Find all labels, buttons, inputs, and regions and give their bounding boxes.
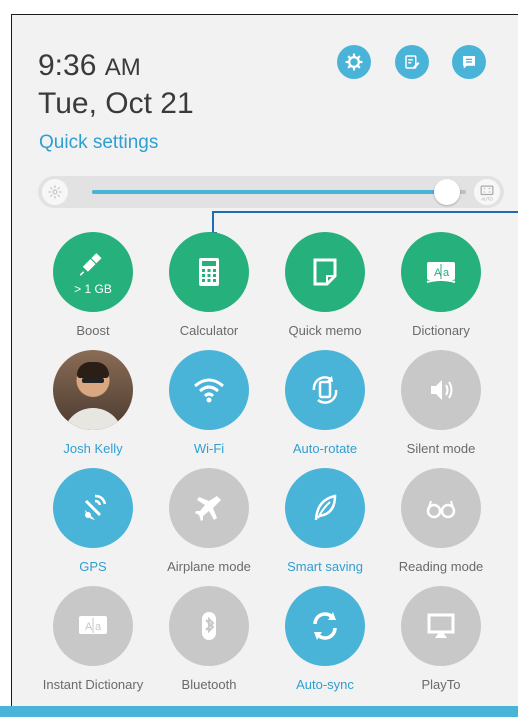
tile-label: Reading mode <box>398 559 484 574</box>
glasses-icon <box>426 500 456 519</box>
smart-saving-toggle[interactable] <box>285 468 365 548</box>
tile-reading-mode[interactable]: Reading mode <box>383 468 499 574</box>
brightness-track <box>92 190 466 194</box>
tile-auto-sync[interactable]: Auto-sync <box>267 586 383 692</box>
quick-settings-panel: 9:36 AM Tue, Oct 21 Quick settings AUTO … <box>11 14 518 717</box>
instant-dictionary-toggle[interactable]: Aa <box>53 586 133 666</box>
tile-calculator[interactable]: Calculator <box>151 232 267 338</box>
wi-fi-toggle[interactable] <box>169 350 249 430</box>
cast-icon <box>427 613 455 638</box>
bluetooth-icon <box>202 612 216 640</box>
svg-text:A: A <box>85 621 93 633</box>
tile-josh-kelly[interactable]: Josh Kelly <box>35 350 151 456</box>
brightness-thumb[interactable] <box>434 179 461 205</box>
gps-toggle[interactable] <box>53 468 133 548</box>
tile-label: Wi-Fi <box>193 441 225 456</box>
dictionary-toggle[interactable]: Aa <box>401 232 481 312</box>
tile-label: GPS <box>79 559 107 574</box>
tile-label: Auto-sync <box>296 677 354 692</box>
tile-dictionary[interactable]: Aa Dictionary <box>383 232 499 338</box>
tile-label: Quick memo <box>288 323 362 338</box>
calculator-icon <box>199 258 219 286</box>
tile-gps[interactable]: GPS <box>35 468 151 574</box>
broom-icon <box>79 253 102 276</box>
dictionary-icon: Aa <box>426 262 456 283</box>
calculator-toggle[interactable] <box>169 232 249 312</box>
tile-airplane-mode[interactable]: Airplane mode <box>151 468 267 574</box>
svg-text:AUTO: AUTO <box>481 196 493 201</box>
tile-label: Auto-rotate <box>292 441 358 456</box>
tile-label: Airplane mode <box>167 559 251 574</box>
edit-button[interactable] <box>395 45 429 79</box>
sync-icon <box>313 612 337 640</box>
tile-smart-saving[interactable]: Smart saving <box>267 468 383 574</box>
svg-text:a: a <box>95 621 102 633</box>
memo-icon <box>313 258 337 286</box>
gear-icon <box>345 53 363 71</box>
quick-memo-toggle[interactable] <box>285 232 365 312</box>
message-list-icon <box>463 56 475 69</box>
tile-label: PlayTo <box>421 677 461 692</box>
tile-wi-fi[interactable]: Wi-Fi <box>151 350 267 456</box>
bottom-bar <box>0 706 518 717</box>
brightness-level <box>92 190 448 194</box>
speaker-icon <box>431 380 453 400</box>
airplane-mode-toggle[interactable] <box>169 468 249 548</box>
boost-memory-label: > 1 GB <box>74 282 112 296</box>
notifications-button[interactable] <box>452 45 486 79</box>
tile-bluetooth[interactable]: Bluetooth <box>151 586 267 692</box>
avatar[interactable] <box>53 350 133 430</box>
tile-boost[interactable]: > 1 GB Boost <box>35 232 151 338</box>
tile-playto[interactable]: PlayTo <box>383 586 499 692</box>
settings-button[interactable] <box>337 45 371 79</box>
wifi-icon <box>194 378 224 403</box>
brightness-slider[interactable]: AUTO <box>38 176 504 208</box>
tile-label: Dictionary <box>412 323 470 338</box>
auto-brightness-icon: AUTO <box>480 185 493 201</box>
tile-quick-memo[interactable]: Quick memo <box>267 232 383 338</box>
quick-settings-link[interactable]: Quick settings <box>39 132 158 154</box>
tile-label: Instant Dictionary <box>42 677 144 692</box>
tile-label: Smart saving <box>287 559 363 574</box>
tile-instant-dictionary[interactable]: Aa Instant Dictionary <box>35 586 151 692</box>
tile-label: Calculator <box>179 323 239 338</box>
bluetooth-toggle[interactable] <box>169 586 249 666</box>
tile-label: Josh Kelly <box>63 441 123 456</box>
leaf-icon <box>314 494 337 521</box>
gps-icon <box>84 494 107 520</box>
svg-text:a: a <box>443 267 450 279</box>
tile-auto-rotate[interactable]: Auto-rotate <box>267 350 383 456</box>
auto-rotate-toggle[interactable] <box>285 350 365 430</box>
auto-sync-toggle[interactable] <box>285 586 365 666</box>
clock-time: 9:36 AM <box>38 49 141 82</box>
playto-toggle[interactable] <box>401 586 481 666</box>
brightness-icon <box>42 179 68 205</box>
edit-note-icon <box>405 55 420 69</box>
clock-date: Tue, Oct 21 <box>38 87 194 120</box>
tile-label: Bluetooth <box>181 677 237 692</box>
boost-toggle[interactable]: > 1 GB <box>53 232 133 312</box>
callout-line <box>212 211 518 213</box>
auto-brightness-button[interactable]: AUTO <box>474 179 500 205</box>
instant-dictionary-icon: Aa <box>79 616 107 634</box>
silent-mode-toggle[interactable] <box>401 350 481 430</box>
reading-mode-toggle[interactable] <box>401 468 481 548</box>
tile-label: Boost <box>76 323 110 338</box>
tile-label: Silent mode <box>406 441 476 456</box>
tile-silent-mode[interactable]: Silent mode <box>383 350 499 456</box>
airplane-icon <box>195 496 221 521</box>
rotate-icon <box>312 376 338 404</box>
